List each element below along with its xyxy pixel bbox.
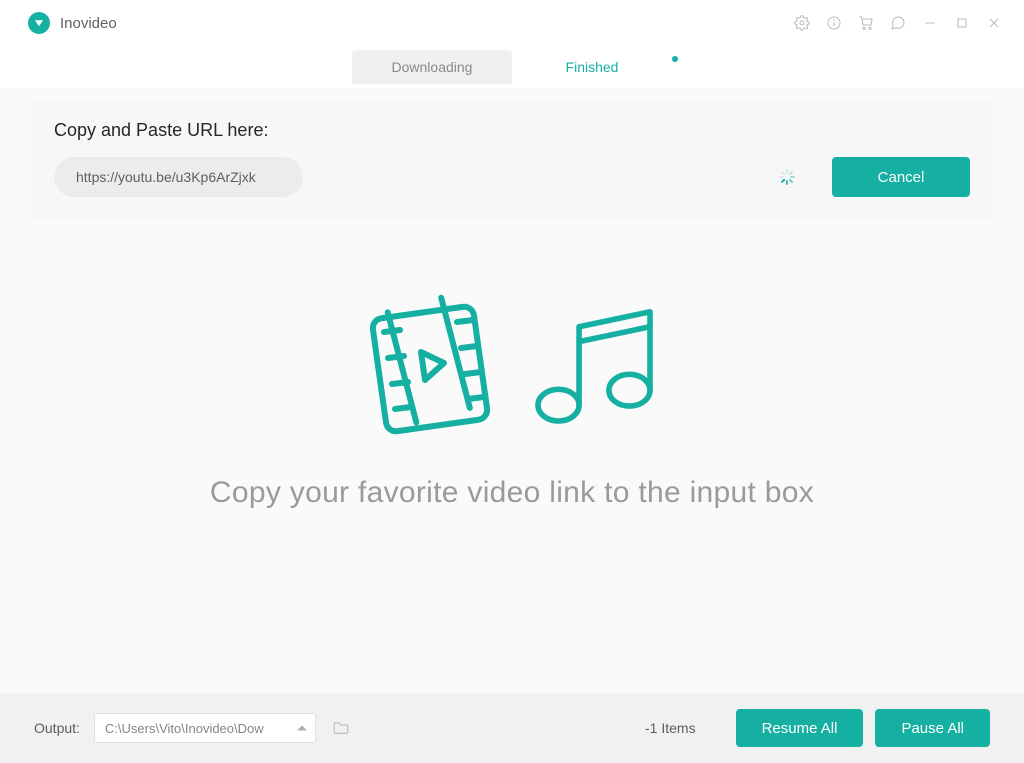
cancel-button[interactable]: Cancel <box>832 157 970 197</box>
cart-icon[interactable] <box>850 7 882 39</box>
items-count: -1 Items <box>645 720 696 736</box>
open-folder-icon[interactable] <box>328 715 354 741</box>
loading-spinner-icon <box>778 169 794 185</box>
output-path-dropdown[interactable]: C:\Users\Vito\Inovideo\Dow <box>94 713 316 743</box>
output-label: Output: <box>34 720 80 736</box>
tab-finished[interactable]: Finished <box>512 50 672 84</box>
url-panel: Copy and Paste URL here: Cancel <box>32 100 992 221</box>
minimize-icon[interactable] <box>914 7 946 39</box>
output-path-text: C:\Users\Vito\Inovideo\Dow <box>105 721 264 736</box>
tab-indicator-dot-icon <box>672 56 678 62</box>
tab-bar: Downloading Finished <box>0 46 1024 88</box>
footer-bar: Output: C:\Users\Vito\Inovideo\Dow -1 It… <box>0 693 1024 763</box>
tab-downloading[interactable]: Downloading <box>352 50 512 84</box>
resume-all-button[interactable]: Resume All <box>736 709 864 747</box>
empty-state-hint: Copy your favorite video link to the inp… <box>210 476 814 510</box>
pause-all-button[interactable]: Pause All <box>875 709 990 747</box>
close-icon[interactable] <box>978 7 1010 39</box>
empty-state: Copy your favorite video link to the inp… <box>0 290 1024 510</box>
app-logo-icon <box>28 12 50 34</box>
film-icon <box>355 290 505 440</box>
url-label: Copy and Paste URL here: <box>54 120 970 141</box>
settings-icon[interactable] <box>786 7 818 39</box>
title-bar: Inovideo <box>0 0 1024 46</box>
music-note-icon <box>519 295 669 435</box>
url-input[interactable] <box>54 157 303 197</box>
maximize-icon[interactable] <box>946 7 978 39</box>
chat-icon[interactable] <box>882 7 914 39</box>
info-icon[interactable] <box>818 7 850 39</box>
app-title: Inovideo <box>60 15 117 32</box>
caret-up-icon <box>297 726 307 731</box>
